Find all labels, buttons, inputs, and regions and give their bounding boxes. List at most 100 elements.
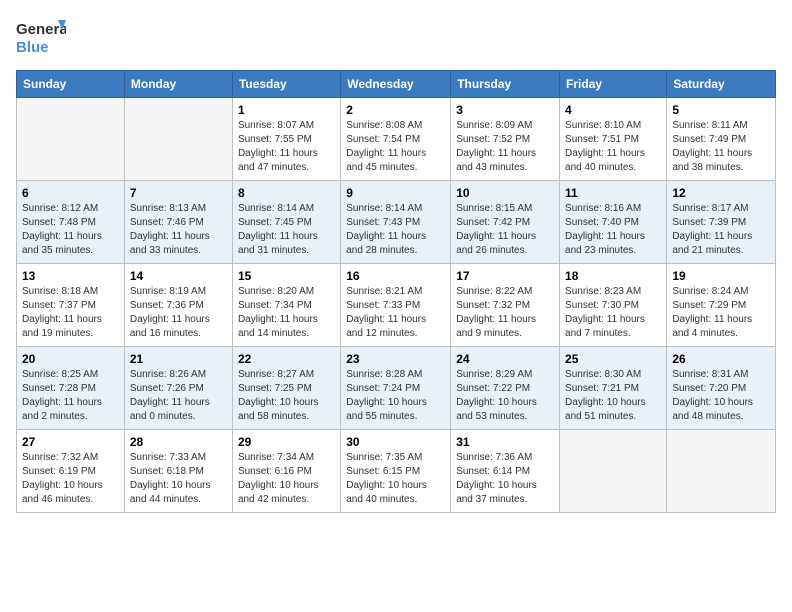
day-number: 2 (346, 103, 445, 117)
day-info: Sunrise: 8:09 AMSunset: 7:52 PMDaylight:… (456, 119, 554, 175)
day-number: 19 (672, 269, 770, 283)
calendar-cell: 19 Sunrise: 8:24 AMSunset: 7:29 PMDaylig… (667, 264, 776, 347)
svg-text:General: General (16, 21, 66, 38)
day-info: Sunrise: 7:33 AMSunset: 6:18 PMDaylight:… (130, 451, 227, 507)
day-number: 14 (130, 269, 227, 283)
day-info: Sunrise: 8:22 AMSunset: 7:32 PMDaylight:… (456, 285, 554, 341)
calendar-cell: 23 Sunrise: 8:28 AMSunset: 7:24 PMDaylig… (341, 347, 451, 430)
calendar-cell (17, 98, 125, 181)
day-number: 9 (346, 186, 445, 200)
calendar-week-row: 6 Sunrise: 8:12 AMSunset: 7:48 PMDayligh… (17, 181, 776, 264)
calendar-cell: 17 Sunrise: 8:22 AMSunset: 7:32 PMDaylig… (451, 264, 560, 347)
day-info: Sunrise: 8:25 AMSunset: 7:28 PMDaylight:… (22, 368, 119, 424)
calendar-cell: 5 Sunrise: 8:11 AMSunset: 7:49 PMDayligh… (667, 98, 776, 181)
calendar-header-row: SundayMondayTuesdayWednesdayThursdayFrid… (17, 71, 776, 98)
calendar-week-row: 20 Sunrise: 8:25 AMSunset: 7:28 PMDaylig… (17, 347, 776, 430)
calendar-cell: 10 Sunrise: 8:15 AMSunset: 7:42 PMDaylig… (451, 181, 560, 264)
day-info: Sunrise: 7:35 AMSunset: 6:15 PMDaylight:… (346, 451, 445, 507)
day-info: Sunrise: 8:17 AMSunset: 7:39 PMDaylight:… (672, 202, 770, 258)
col-header-sunday: Sunday (17, 71, 125, 98)
day-info: Sunrise: 8:19 AMSunset: 7:36 PMDaylight:… (130, 285, 227, 341)
day-info: Sunrise: 8:20 AMSunset: 7:34 PMDaylight:… (238, 285, 335, 341)
day-info: Sunrise: 8:21 AMSunset: 7:33 PMDaylight:… (346, 285, 445, 341)
day-number: 22 (238, 352, 335, 366)
day-info: Sunrise: 8:12 AMSunset: 7:48 PMDaylight:… (22, 202, 119, 258)
calendar-cell: 11 Sunrise: 8:16 AMSunset: 7:40 PMDaylig… (560, 181, 667, 264)
day-number: 28 (130, 435, 227, 449)
calendar-cell: 28 Sunrise: 7:33 AMSunset: 6:18 PMDaylig… (124, 430, 232, 513)
calendar-cell: 20 Sunrise: 8:25 AMSunset: 7:28 PMDaylig… (17, 347, 125, 430)
day-number: 13 (22, 269, 119, 283)
svg-text:Blue: Blue (16, 39, 49, 56)
calendar-cell (667, 430, 776, 513)
day-number: 11 (565, 186, 661, 200)
calendar-cell: 27 Sunrise: 7:32 AMSunset: 6:19 PMDaylig… (17, 430, 125, 513)
day-info: Sunrise: 8:16 AMSunset: 7:40 PMDaylight:… (565, 202, 661, 258)
day-info: Sunrise: 8:10 AMSunset: 7:51 PMDaylight:… (565, 119, 661, 175)
day-info: Sunrise: 8:11 AMSunset: 7:49 PMDaylight:… (672, 119, 770, 175)
day-info: Sunrise: 7:34 AMSunset: 6:16 PMDaylight:… (238, 451, 335, 507)
calendar-cell: 24 Sunrise: 8:29 AMSunset: 7:22 PMDaylig… (451, 347, 560, 430)
calendar-cell: 16 Sunrise: 8:21 AMSunset: 7:33 PMDaylig… (341, 264, 451, 347)
day-number: 18 (565, 269, 661, 283)
calendar-cell: 31 Sunrise: 7:36 AMSunset: 6:14 PMDaylig… (451, 430, 560, 513)
day-info: Sunrise: 7:36 AMSunset: 6:14 PMDaylight:… (456, 451, 554, 507)
logo-svg: General Blue (16, 16, 66, 60)
calendar-cell: 3 Sunrise: 8:09 AMSunset: 7:52 PMDayligh… (451, 98, 560, 181)
day-number: 8 (238, 186, 335, 200)
calendar-cell: 26 Sunrise: 8:31 AMSunset: 7:20 PMDaylig… (667, 347, 776, 430)
calendar-cell: 29 Sunrise: 7:34 AMSunset: 6:16 PMDaylig… (232, 430, 340, 513)
calendar-cell: 7 Sunrise: 8:13 AMSunset: 7:46 PMDayligh… (124, 181, 232, 264)
col-header-tuesday: Tuesday (232, 71, 340, 98)
day-number: 17 (456, 269, 554, 283)
calendar-cell: 9 Sunrise: 8:14 AMSunset: 7:43 PMDayligh… (341, 181, 451, 264)
calendar-cell (124, 98, 232, 181)
day-info: Sunrise: 8:15 AMSunset: 7:42 PMDaylight:… (456, 202, 554, 258)
day-info: Sunrise: 8:23 AMSunset: 7:30 PMDaylight:… (565, 285, 661, 341)
day-info: Sunrise: 8:07 AMSunset: 7:55 PMDaylight:… (238, 119, 335, 175)
day-number: 24 (456, 352, 554, 366)
col-header-monday: Monday (124, 71, 232, 98)
day-number: 15 (238, 269, 335, 283)
calendar-cell: 4 Sunrise: 8:10 AMSunset: 7:51 PMDayligh… (560, 98, 667, 181)
day-number: 27 (22, 435, 119, 449)
day-number: 6 (22, 186, 119, 200)
calendar-cell: 18 Sunrise: 8:23 AMSunset: 7:30 PMDaylig… (560, 264, 667, 347)
day-info: Sunrise: 8:28 AMSunset: 7:24 PMDaylight:… (346, 368, 445, 424)
day-number: 3 (456, 103, 554, 117)
day-number: 1 (238, 103, 335, 117)
col-header-wednesday: Wednesday (341, 71, 451, 98)
day-number: 30 (346, 435, 445, 449)
day-info: Sunrise: 8:24 AMSunset: 7:29 PMDaylight:… (672, 285, 770, 341)
day-info: Sunrise: 7:32 AMSunset: 6:19 PMDaylight:… (22, 451, 119, 507)
calendar-cell: 1 Sunrise: 8:07 AMSunset: 7:55 PMDayligh… (232, 98, 340, 181)
col-header-friday: Friday (560, 71, 667, 98)
calendar-cell: 21 Sunrise: 8:26 AMSunset: 7:26 PMDaylig… (124, 347, 232, 430)
calendar-cell: 6 Sunrise: 8:12 AMSunset: 7:48 PMDayligh… (17, 181, 125, 264)
day-info: Sunrise: 8:14 AMSunset: 7:45 PMDaylight:… (238, 202, 335, 258)
day-number: 5 (672, 103, 770, 117)
day-info: Sunrise: 8:14 AMSunset: 7:43 PMDaylight:… (346, 202, 445, 258)
calendar-cell: 14 Sunrise: 8:19 AMSunset: 7:36 PMDaylig… (124, 264, 232, 347)
day-number: 21 (130, 352, 227, 366)
day-info: Sunrise: 8:18 AMSunset: 7:37 PMDaylight:… (22, 285, 119, 341)
day-number: 16 (346, 269, 445, 283)
calendar-cell: 12 Sunrise: 8:17 AMSunset: 7:39 PMDaylig… (667, 181, 776, 264)
calendar-week-row: 1 Sunrise: 8:07 AMSunset: 7:55 PMDayligh… (17, 98, 776, 181)
day-number: 29 (238, 435, 335, 449)
day-info: Sunrise: 8:27 AMSunset: 7:25 PMDaylight:… (238, 368, 335, 424)
day-info: Sunrise: 8:29 AMSunset: 7:22 PMDaylight:… (456, 368, 554, 424)
calendar-cell (560, 430, 667, 513)
col-header-thursday: Thursday (451, 71, 560, 98)
calendar-table: SundayMondayTuesdayWednesdayThursdayFrid… (16, 70, 776, 513)
calendar-cell: 2 Sunrise: 8:08 AMSunset: 7:54 PMDayligh… (341, 98, 451, 181)
day-number: 23 (346, 352, 445, 366)
col-header-saturday: Saturday (667, 71, 776, 98)
calendar-cell: 8 Sunrise: 8:14 AMSunset: 7:45 PMDayligh… (232, 181, 340, 264)
calendar-week-row: 13 Sunrise: 8:18 AMSunset: 7:37 PMDaylig… (17, 264, 776, 347)
day-info: Sunrise: 8:26 AMSunset: 7:26 PMDaylight:… (130, 368, 227, 424)
day-number: 25 (565, 352, 661, 366)
calendar-cell: 13 Sunrise: 8:18 AMSunset: 7:37 PMDaylig… (17, 264, 125, 347)
day-number: 12 (672, 186, 770, 200)
calendar-week-row: 27 Sunrise: 7:32 AMSunset: 6:19 PMDaylig… (17, 430, 776, 513)
